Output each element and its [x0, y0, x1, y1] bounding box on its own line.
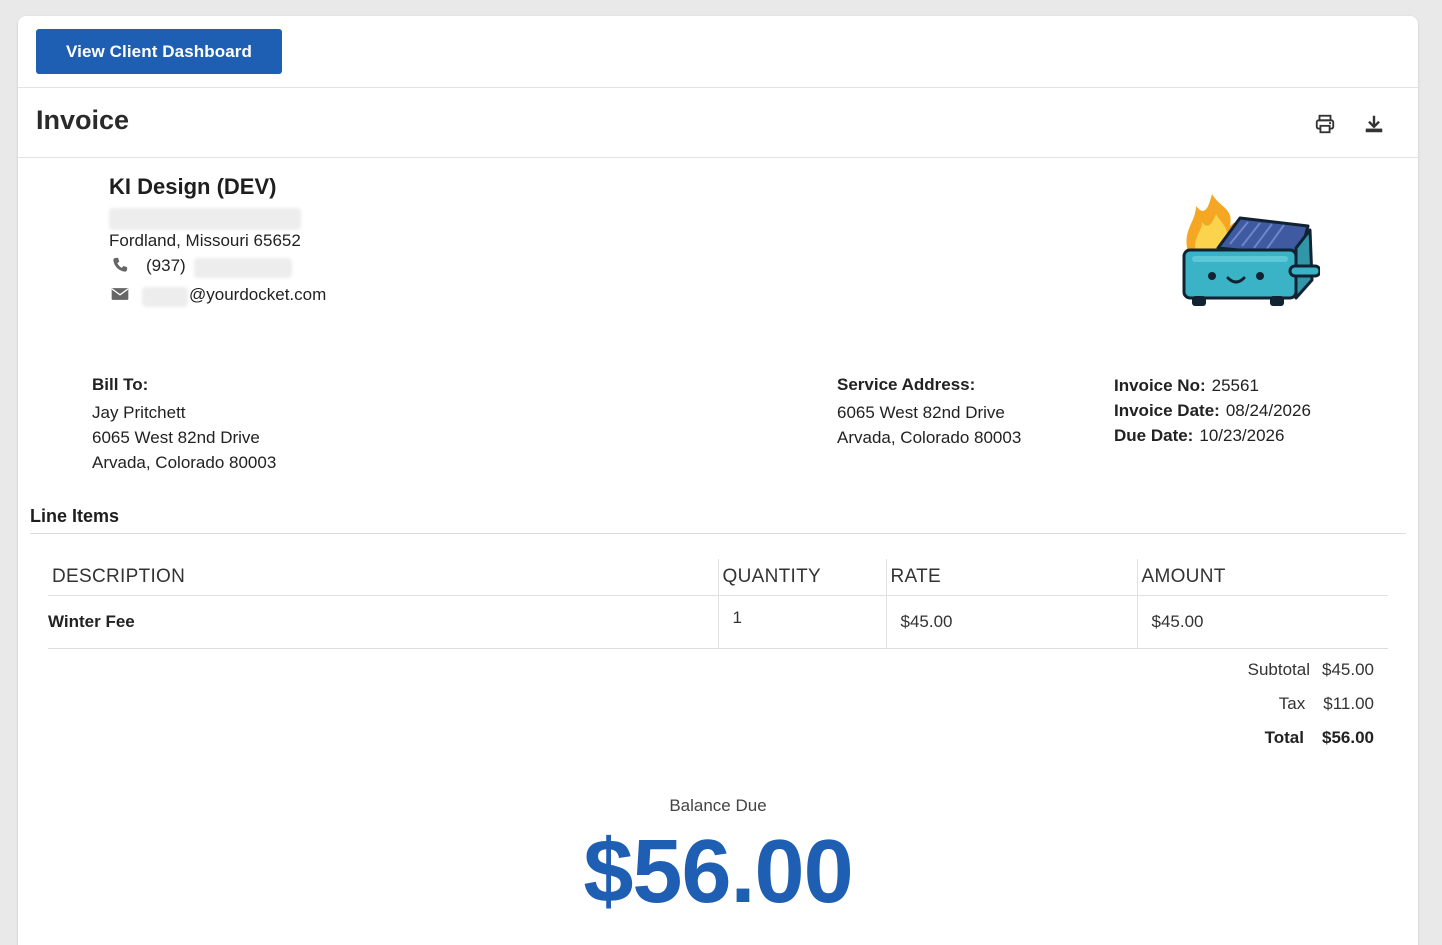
balance-due-amount: $56.00: [583, 822, 853, 922]
company-name: KI Design (DEV): [109, 174, 277, 199]
invoice-card: View Client Dashboard Invoice KI Design …: [18, 16, 1418, 945]
item-amount: $45.00: [1136, 595, 1388, 649]
column-header-description: DESCRIPTION: [48, 559, 718, 596]
service-address-city: Arvada, Colorado 80003: [837, 428, 1022, 447]
invoice-date-label: Invoice Date:: [1114, 401, 1220, 420]
bill-to-city: Arvada, Colorado 80003: [92, 453, 277, 472]
invoice-date: 08/24/2026: [1225, 401, 1311, 420]
line-items-title: Line Items: [30, 506, 120, 526]
total-value: $56.00: [1322, 728, 1374, 747]
due-date: 10/23/2026: [1199, 426, 1285, 445]
company-phone-prefix: (937): [146, 256, 186, 275]
tax-value: $11.00: [1323, 694, 1374, 713]
tax-label: Tax: [1278, 694, 1306, 713]
tax-row: Tax $11.00: [1248, 687, 1374, 721]
subtotal-value: $45.00: [1322, 660, 1374, 679]
bill-to-label: Bill To:: [92, 375, 149, 394]
print-icon[interactable]: [1314, 113, 1336, 135]
redacted-phone: [194, 258, 292, 278]
column-header-amount: AMOUNT: [1136, 559, 1388, 596]
total-row: Total $56.00: [1248, 721, 1374, 755]
service-address-label: Service Address:: [837, 375, 976, 394]
item-description: Winter Fee: [48, 595, 718, 649]
company-logo: [1182, 194, 1320, 306]
table-row: Winter Fee 1 $45.00 $45.00: [48, 595, 1388, 649]
due-date-row: Due Date: 10/23/2026: [1114, 423, 1311, 448]
item-quantity: 1: [717, 595, 886, 649]
view-client-dashboard-button[interactable]: View Client Dashboard: [36, 29, 282, 74]
invoice-header: Invoice: [18, 88, 1418, 158]
company-email-domain: @yourdocket.com: [189, 285, 327, 304]
balance-due-label: Balance Due: [669, 796, 767, 815]
email-icon: [111, 288, 129, 300]
subtotal-label: Subtotal: [1247, 660, 1310, 679]
service-address-street: 6065 West 82nd Drive: [837, 403, 1005, 422]
top-toolbar: View Client Dashboard: [18, 16, 1418, 88]
invoice-number-row: Invoice No: 25561: [1114, 373, 1311, 398]
invoice-number-label: Invoice No:: [1114, 376, 1206, 395]
table-header-row: DESCRIPTION QUANTITY RATE AMOUNT: [48, 559, 1388, 596]
column-header-rate: RATE: [885, 559, 1137, 596]
bill-to-name: Jay Pritchett: [92, 403, 186, 422]
line-items-table: DESCRIPTION QUANTITY RATE AMOUNT Winter …: [48, 559, 1388, 649]
redacted-street: [109, 208, 301, 230]
totals-block: Subtotal $45.00 Tax $11.00 Total $56.00: [1248, 653, 1374, 755]
service-address-block: Service Address: 6065 West 82nd Drive Ar…: [837, 372, 1021, 450]
subtotal-row: Subtotal $45.00: [1248, 653, 1374, 687]
total-label: Total: [1264, 728, 1304, 747]
column-header-quantity: QUANTITY: [717, 559, 886, 596]
due-date-label: Due Date:: [1114, 426, 1194, 445]
invoice-number: 25561: [1211, 376, 1259, 395]
page-title: Invoice: [36, 105, 130, 135]
bill-to-block: Bill To: Jay Pritchett 6065 West 82nd Dr…: [92, 372, 276, 475]
invoice-meta: Invoice No: 25561 Invoice Date: 08/24/2026…: [1114, 373, 1311, 448]
company-city-line: Fordland, Missouri 65652: [109, 231, 301, 250]
phone-icon: [113, 257, 128, 272]
item-rate: $45.00: [885, 595, 1137, 649]
redacted-email-user: [142, 287, 188, 307]
divider: [30, 533, 1406, 534]
bill-to-street: 6065 West 82nd Drive: [92, 428, 260, 447]
download-icon[interactable]: [1363, 113, 1385, 135]
invoice-date-row: Invoice Date: 08/24/2026: [1114, 398, 1311, 423]
